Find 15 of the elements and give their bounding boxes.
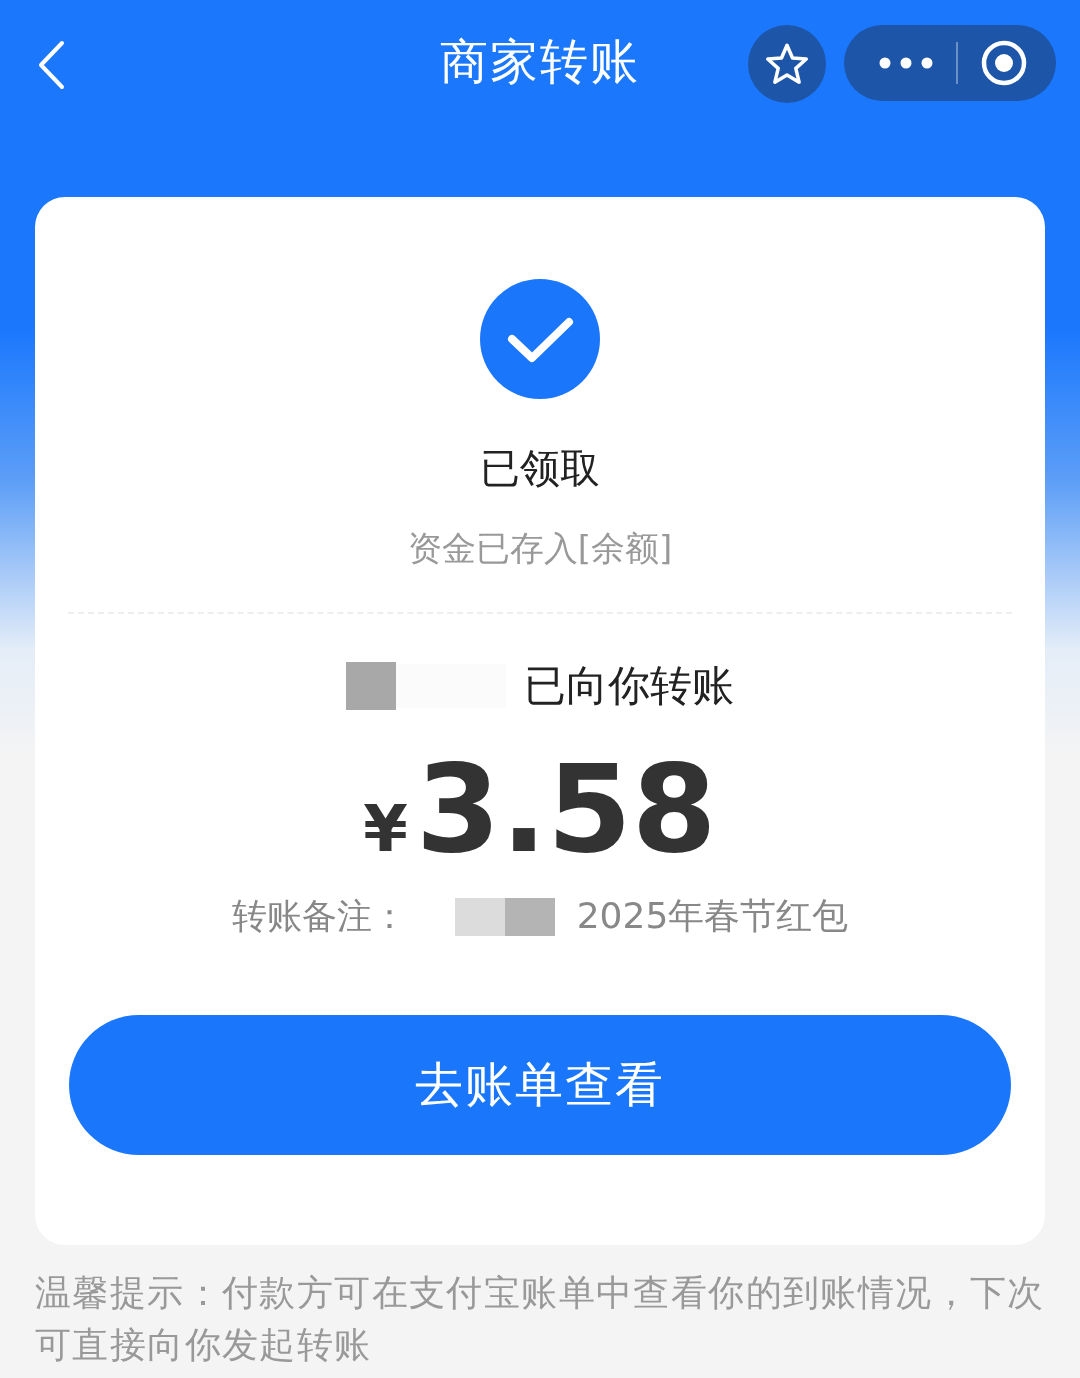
back-icon[interactable] (36, 40, 66, 90)
tip-text: 温馨提示：付款方可在支付宝账单中查看你的到账情况，下次可直接向你发起转账 (35, 1271, 1045, 1367)
transfer-message: 已向你转账 (524, 660, 734, 712)
currency-symbol: ¥ (363, 792, 408, 866)
more-icon[interactable] (878, 56, 934, 70)
note-label: 转账备注： (231, 895, 407, 938)
amount: 3.58 (415, 738, 717, 880)
close-icon[interactable] (980, 39, 1028, 87)
check-icon (480, 279, 600, 399)
status-detail: 资金已存入[余额] (407, 527, 673, 570)
note-text: 2025年春节红包 (576, 894, 849, 938)
star-icon (765, 42, 809, 86)
status-label: 已领取 (480, 444, 600, 493)
view-bill-button[interactable]: 去账单查看 (69, 1015, 1011, 1155)
page-title: 商家转账 (440, 32, 640, 91)
